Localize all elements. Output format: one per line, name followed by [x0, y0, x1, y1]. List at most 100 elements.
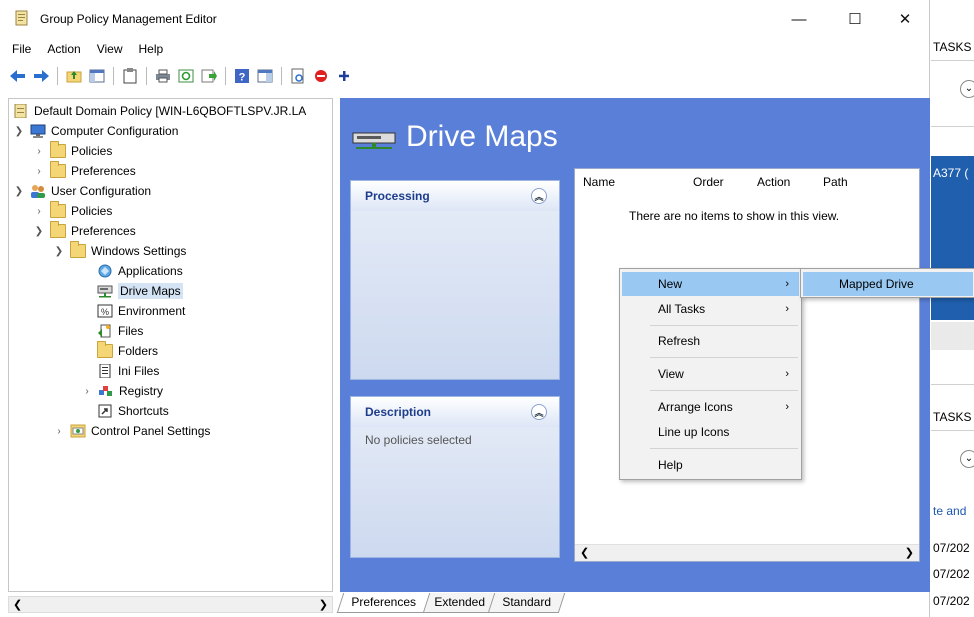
expand-chevron-icon[interactable]: ›	[81, 386, 93, 397]
tree-node-registry[interactable]: › Registry	[81, 381, 163, 401]
chevron-down-icon[interactable]: ⌄	[960, 80, 974, 98]
minimize-button[interactable]: —	[776, 0, 822, 38]
tree-node-uc-policies[interactable]: › Policies	[33, 201, 112, 221]
tree-node-cc-preferences[interactable]: › Preferences	[33, 161, 136, 181]
tree-node-windows-settings[interactable]: ❯ Windows Settings	[53, 241, 186, 261]
tree-node-default-domain-policy[interactable]: Default Domain Policy [WIN-L6QBOFTLSPV.J…	[13, 101, 306, 121]
menu-item-view[interactable]: View ›	[622, 362, 799, 386]
forward-button[interactable]	[31, 66, 51, 86]
add-new-button[interactable]	[334, 66, 354, 86]
close-button[interactable]: ✕	[882, 0, 928, 38]
show-action-pane-button[interactable]	[255, 66, 275, 86]
tree-node-user-configuration[interactable]: ❯ User Configuration	[13, 181, 151, 201]
tree-node-folders[interactable]: Folders	[97, 341, 158, 361]
processing-panel-header[interactable]: Processing ︽	[351, 181, 559, 211]
collapse-chevron-icon[interactable]: ❯	[13, 186, 25, 197]
tab-preferences[interactable]: Preferences	[336, 593, 430, 613]
menu-item-refresh[interactable]: Refresh	[622, 329, 799, 353]
menu-item-label: Help	[658, 458, 683, 472]
menu-bar: File Action View Help	[0, 40, 171, 60]
column-header-name[interactable]: Name	[583, 175, 615, 189]
context-menu: New › All Tasks › Refresh View › Arrange…	[619, 268, 802, 480]
collapse-chevron-icon[interactable]: ❯	[13, 126, 25, 137]
menu-item-label: Arrange Icons	[658, 400, 733, 414]
document-preview-icon	[291, 68, 304, 84]
column-header-action[interactable]: Action	[757, 175, 790, 189]
export-list-button[interactable]	[199, 66, 219, 86]
tree-node-uc-preferences[interactable]: ❯ Preferences	[33, 221, 136, 241]
menu-action[interactable]: Action	[39, 40, 88, 60]
tree-node-files[interactable]: Files	[97, 321, 143, 341]
menu-item-all-tasks[interactable]: All Tasks ›	[622, 297, 799, 321]
print-button[interactable]	[153, 66, 173, 86]
stop-button[interactable]	[311, 66, 331, 86]
tree-node-drive-maps[interactable]: Drive Maps	[97, 281, 183, 301]
description-panel-header[interactable]: Description ︽	[351, 397, 559, 427]
menu-item-line-up-icons[interactable]: Line up Icons	[622, 420, 799, 444]
column-header-path[interactable]: Path	[823, 175, 848, 189]
up-folder-button[interactable]	[64, 66, 84, 86]
properties-button[interactable]	[120, 66, 140, 86]
expand-chevron-icon[interactable]: ›	[33, 166, 45, 177]
scroll-right-icon[interactable]: ❯	[905, 546, 914, 559]
submenu-arrow-icon: ›	[785, 401, 789, 413]
tree-node-cc-policies[interactable]: › Policies	[33, 141, 112, 161]
menu-item-new[interactable]: New ›	[622, 272, 799, 296]
scroll-right-icon[interactable]: ❯	[319, 598, 328, 611]
expand-chevron-icon[interactable]: ›	[33, 206, 45, 217]
folder-icon	[50, 161, 66, 178]
help-button[interactable]: ?	[232, 66, 252, 86]
menu-file[interactable]: File	[0, 40, 39, 60]
collapse-up-icon[interactable]: ︽	[531, 404, 547, 420]
toolbar-separator	[281, 67, 282, 85]
tree-node-ini-files[interactable]: Ini Files	[97, 361, 159, 381]
clipboard-icon	[123, 68, 137, 84]
help-icon: ?	[235, 69, 249, 84]
scroll-left-icon[interactable]: ❮	[580, 546, 589, 559]
console-tree[interactable]: Default Domain Policy [WIN-L6QBOFTLSPV.J…	[8, 98, 333, 592]
tasks-label[interactable]: TASKS	[933, 40, 971, 54]
menu-item-mapped-drive[interactable]: Mapped Drive	[803, 272, 973, 296]
menu-item-arrange-icons[interactable]: Arrange Icons ›	[622, 395, 799, 419]
mapped-drive-icon	[97, 285, 113, 298]
title-bar[interactable]: Group Policy Management Editor — ☐ ✕	[0, 0, 930, 38]
scroll-region	[931, 322, 974, 350]
collapse-chevron-icon[interactable]: ❯	[53, 246, 65, 257]
expand-chevron-icon[interactable]: ›	[33, 146, 45, 157]
maximize-button[interactable]: ☐	[832, 0, 878, 38]
back-button[interactable]	[8, 66, 28, 86]
expand-chevron-icon[interactable]: ›	[53, 426, 65, 437]
tree-horizontal-scrollbar[interactable]: ❮ ❯	[8, 596, 333, 613]
task-link[interactable]: te and	[933, 504, 966, 518]
list-horizontal-scrollbar[interactable]: ❮ ❯	[575, 544, 919, 561]
tree-label: Applications	[118, 264, 183, 278]
collapse-chevron-icon[interactable]: ❯	[33, 226, 45, 237]
tree-label: Preferences	[71, 224, 136, 238]
tree-node-computer-configuration[interactable]: ❯ Computer Configuration	[13, 121, 178, 141]
toolbar: ?	[8, 64, 354, 88]
tab-extended[interactable]: Extended	[419, 593, 499, 613]
menu-view[interactable]: View	[89, 40, 131, 60]
tasks-label[interactable]: TASKS	[933, 410, 971, 424]
refresh-button[interactable]	[176, 66, 196, 86]
window-title: Group Policy Management Editor	[40, 12, 217, 26]
show-hide-tree-button[interactable]	[87, 66, 107, 86]
menu-separator	[650, 390, 798, 391]
export-list-icon	[201, 69, 217, 83]
tab-standard[interactable]: Standard	[488, 593, 566, 613]
tree-node-environment[interactable]: % Environment	[97, 301, 185, 321]
collapse-up-icon[interactable]: ︽	[531, 188, 547, 204]
up-folder-icon	[66, 71, 82, 83]
shortcut-icon	[98, 404, 112, 418]
scroll-left-icon[interactable]: ❮	[13, 598, 22, 611]
menu-item-help[interactable]: Help	[622, 453, 799, 477]
tree-label: Preferences	[71, 164, 136, 178]
tree-node-applications[interactable]: Applications	[97, 261, 183, 281]
column-header-order[interactable]: Order	[693, 175, 724, 189]
tree-node-shortcuts[interactable]: Shortcuts	[97, 401, 169, 421]
tree-node-control-panel-settings[interactable]: › Control Panel Settings	[53, 421, 210, 441]
chevron-down-icon[interactable]: ⌄	[960, 450, 974, 468]
menu-help[interactable]: Help	[131, 40, 172, 60]
preview-button[interactable]	[288, 66, 308, 86]
console-tree-icon	[89, 69, 105, 83]
